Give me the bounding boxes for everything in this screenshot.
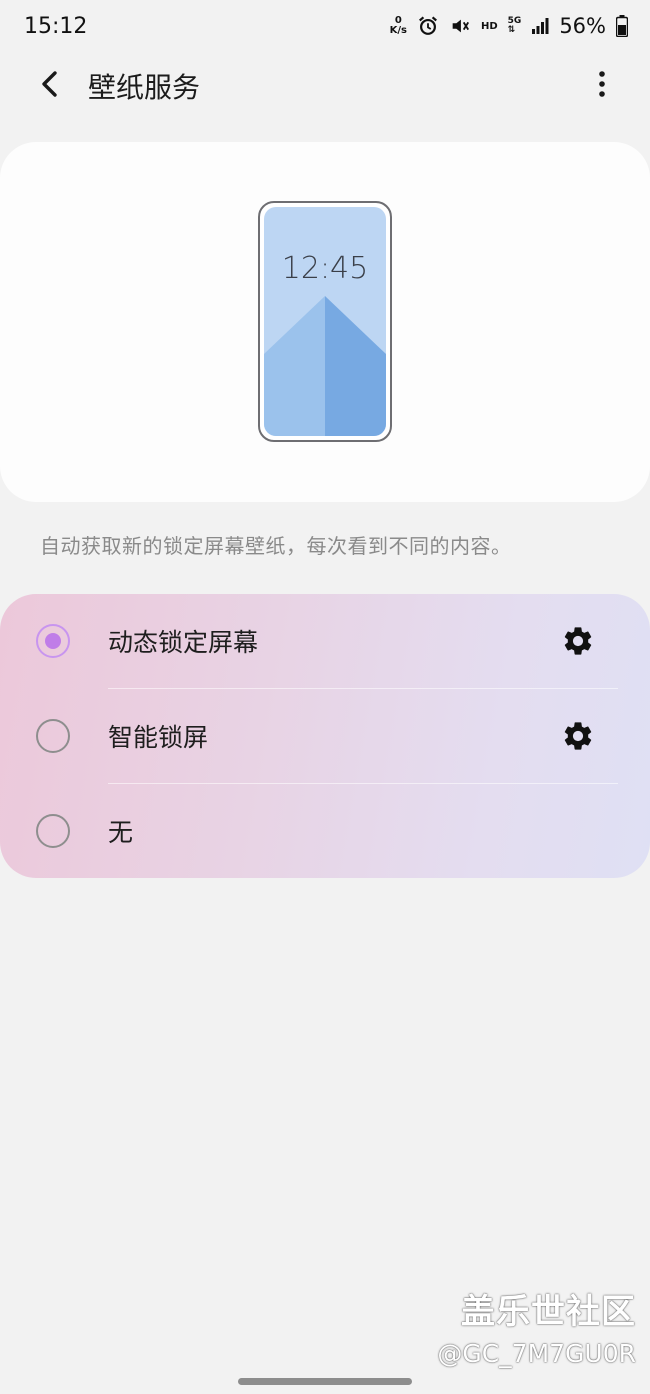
gear-icon <box>564 627 592 655</box>
watermark-brand: 盖乐世社区 <box>461 1292 636 1332</box>
phone-preview-screen: 12:45 <box>264 207 386 436</box>
option-smart-lock-screen[interactable]: 智能锁屏 <box>0 689 650 783</box>
alarm-icon <box>417 15 439 37</box>
back-button[interactable] <box>20 56 80 116</box>
hd-label: HD <box>480 20 498 32</box>
option-label: 动态锁定屏幕 <box>108 628 259 657</box>
home-indicator[interactable] <box>238 1378 412 1385</box>
settings-button[interactable] <box>558 621 598 661</box>
option-label: 无 <box>108 818 134 847</box>
status-bar: 15:12 0 K/s HD 5G ⇅ 56% <box>0 0 650 52</box>
app-header: 壁纸服务 <box>0 56 650 116</box>
phone-preview: 12:45 <box>258 201 392 442</box>
watermark-user: @GC_7M7GU0R <box>437 1339 636 1368</box>
settings-button[interactable] <box>558 716 598 756</box>
options-card: 动态锁定屏幕 智能锁屏 无 <box>0 594 650 878</box>
option-none[interactable]: 无 <box>0 784 650 878</box>
mountain-illustration <box>264 296 386 436</box>
page-title: 壁纸服务 <box>88 71 201 104</box>
more-vert-icon <box>598 70 606 102</box>
preview-clock: 12:45 <box>281 251 369 286</box>
net-speed: 0 K/s <box>390 16 407 36</box>
more-options-button[interactable] <box>580 58 624 114</box>
description-text: 自动获取新的锁定屏幕壁纸，每次看到不同的内容。 <box>40 534 512 558</box>
option-dynamic-lock-screen[interactable]: 动态锁定屏幕 <box>0 594 650 688</box>
signal-icon <box>531 17 549 35</box>
network-type: 5G ⇅ <box>508 17 522 35</box>
status-icons: 0 K/s HD 5G ⇅ 56% <box>390 14 628 38</box>
net-speed-unit: K/s <box>389 25 407 36</box>
battery-icon <box>616 15 628 37</box>
status-time: 15:12 <box>24 13 88 39</box>
radio-selected[interactable] <box>36 624 70 658</box>
data-arrows-icon: ⇅ <box>507 25 516 35</box>
radio-unselected[interactable] <box>36 719 70 753</box>
radio-unselected[interactable] <box>36 814 70 848</box>
watermark: 盖乐世社区 @GC_7M7GU0R <box>437 1284 636 1368</box>
gear-icon <box>564 722 592 750</box>
mute-icon <box>449 15 471 37</box>
option-label: 智能锁屏 <box>108 723 209 752</box>
battery-percent: 56% <box>559 14 606 38</box>
preview-card: 12:45 <box>0 142 650 502</box>
back-arrow-icon <box>37 69 63 103</box>
